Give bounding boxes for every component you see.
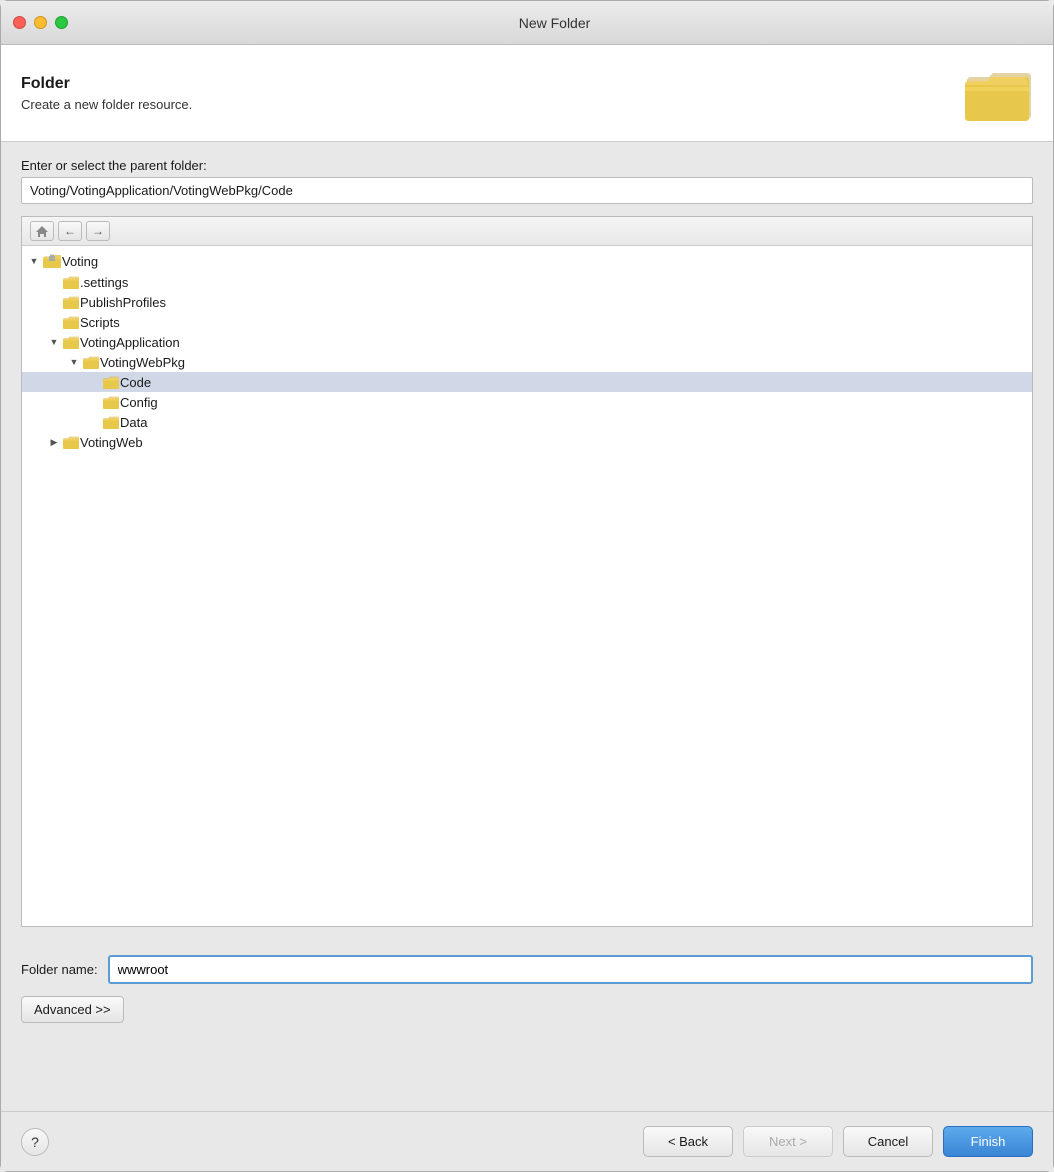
title-bar: New Folder	[1, 1, 1053, 45]
header-text: Folder Create a new folder resource.	[21, 75, 192, 112]
tree-toggle-votingapplication[interactable]: ▼	[46, 334, 62, 350]
window-title: New Folder	[68, 15, 1041, 31]
forward-nav-button[interactable]: →	[86, 221, 110, 241]
tree-toolbar: ← →	[22, 217, 1032, 246]
tree-item-label-votingapplication: VotingApplication	[80, 335, 180, 350]
tree-item-votingweb[interactable]: ▶ VotingWeb	[22, 432, 1032, 452]
parent-folder-section: Enter or select the parent folder:	[21, 158, 1033, 204]
folder-name-input[interactable]	[108, 955, 1033, 984]
next-button: Next >	[743, 1126, 833, 1157]
header-section: Folder Create a new folder resource.	[1, 45, 1053, 142]
tree-toggle-votingweb[interactable]: ▶	[46, 434, 62, 450]
parent-folder-label: Enter or select the parent folder:	[21, 158, 1033, 173]
tree-item-votingapplication[interactable]: ▼ VotingApplication	[22, 332, 1032, 352]
tree-toggle-voting[interactable]: ▼	[26, 253, 42, 269]
back-nav-button[interactable]: ←	[58, 221, 82, 241]
traffic-lights	[13, 16, 68, 29]
tree-item-label-publishprofiles: PublishProfiles	[80, 295, 166, 310]
bottom-form: Folder name: Advanced >>	[1, 943, 1053, 1111]
folder-name-label: Folder name:	[21, 962, 98, 977]
tree-item-label-scripts: Scripts	[80, 315, 120, 330]
cancel-button[interactable]: Cancel	[843, 1126, 933, 1157]
close-button[interactable]	[13, 16, 26, 29]
tree-item-label-votingweb: VotingWeb	[80, 435, 143, 450]
folder-name-row: Folder name:	[21, 955, 1033, 984]
main-content: Enter or select the parent folder: ← → ▼	[1, 142, 1053, 943]
tree-item-label-votingwebpkg: VotingWebPkg	[100, 355, 185, 370]
folder-tree-container: ← → ▼ Voting▶ .settings▶ Publish	[21, 216, 1033, 927]
tree-item-label-config: Config	[120, 395, 158, 410]
tree-body[interactable]: ▼ Voting▶ .settings▶ PublishProfiles▶ Sc…	[22, 246, 1032, 926]
tree-item-data[interactable]: ▶ Data	[22, 412, 1032, 432]
tree-item-code[interactable]: ▶ Code	[22, 372, 1032, 392]
tree-item-settings[interactable]: ▶ .settings	[22, 272, 1032, 292]
back-button[interactable]: < Back	[643, 1126, 733, 1157]
finish-button[interactable]: Finish	[943, 1126, 1033, 1157]
tree-item-label-settings: .settings	[80, 275, 128, 290]
tree-item-label-voting: Voting	[62, 254, 98, 269]
tree-item-voting[interactable]: ▼ Voting	[22, 250, 1032, 272]
help-button[interactable]: ?	[21, 1128, 49, 1156]
tree-item-config[interactable]: ▶ Config	[22, 392, 1032, 412]
tree-item-label-data: Data	[120, 415, 147, 430]
bottom-bar: ? < Back Next > Cancel Finish	[1, 1111, 1053, 1171]
minimize-button[interactable]	[34, 16, 47, 29]
header-subtitle: Create a new folder resource.	[21, 97, 192, 112]
advanced-button[interactable]: Advanced >>	[21, 996, 124, 1023]
parent-folder-input[interactable]	[21, 177, 1033, 204]
folder-icon-large	[961, 63, 1033, 123]
tree-item-label-code: Code	[120, 375, 151, 390]
tree-item-votingwebpkg[interactable]: ▼ VotingWebPkg	[22, 352, 1032, 372]
tree-item-publishprofiles[interactable]: ▶ PublishProfiles	[22, 292, 1032, 312]
home-button[interactable]	[30, 221, 54, 241]
maximize-button[interactable]	[55, 16, 68, 29]
tree-item-scripts[interactable]: ▶ Scripts	[22, 312, 1032, 332]
bottom-buttons: < Back Next > Cancel Finish	[643, 1126, 1033, 1157]
header-title: Folder	[21, 75, 192, 93]
tree-toggle-votingwebpkg[interactable]: ▼	[66, 354, 82, 370]
